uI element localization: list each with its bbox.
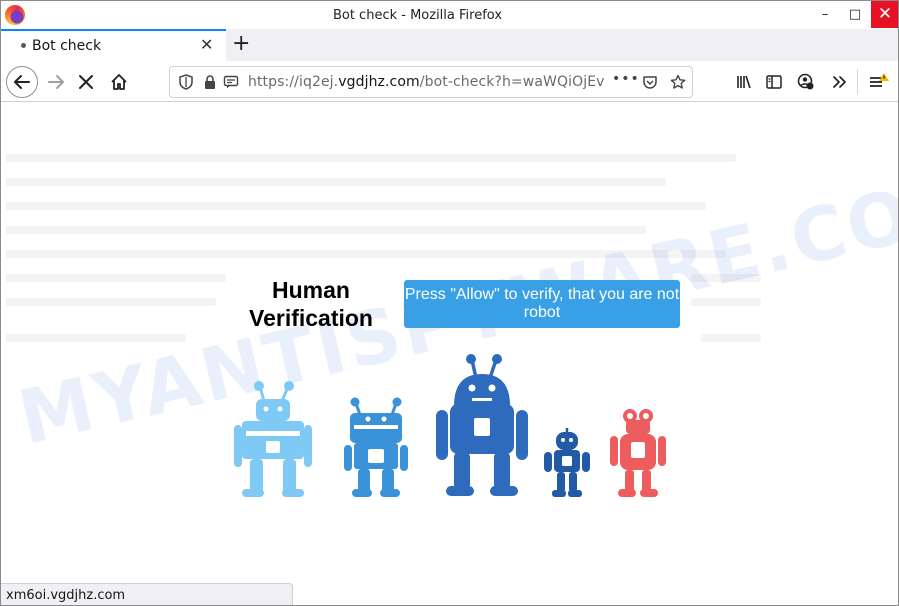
background-text-row (6, 274, 226, 282)
background-text-row (6, 178, 666, 186)
app-menu-button[interactable] (867, 70, 891, 94)
toolbar-divider (857, 69, 858, 95)
url-scheme: https://iq2ej. (248, 74, 339, 90)
tab-title: Bot check (32, 38, 102, 54)
background-text-row (6, 154, 736, 162)
minimize-button[interactable]: – (811, 1, 839, 28)
close-window-button[interactable]: ✕ (871, 1, 898, 28)
library-button[interactable] (732, 70, 756, 94)
page-content: MYANTISPYWARE.COM Human Verification Pre… (1, 102, 898, 605)
overflow-menu-button[interactable] (827, 70, 851, 94)
background-text-row (6, 334, 186, 342)
home-button[interactable] (104, 67, 134, 97)
chevron-double-right-icon (833, 76, 846, 88)
nav-toolbar: https://iq2ej.vgdjhz.com/bot-check?h=waW… (1, 61, 898, 102)
url-host: vgdjhz.com (338, 74, 420, 90)
arrow-left-icon (14, 75, 30, 89)
tab-strip: Bot check ✕ + (1, 29, 898, 61)
page-actions-button[interactable]: ••• (612, 71, 640, 87)
background-text-row (6, 226, 646, 234)
loading-dot-icon (21, 43, 26, 48)
pocket-icon[interactable] (642, 74, 658, 90)
notification-permission-icon[interactable] (223, 74, 239, 90)
status-bar: xm6oi.vgdjhz.com (1, 583, 293, 605)
lock-icon[interactable] (202, 74, 218, 90)
allow-instruction-banner: Press "Allow" to verify, that you are no… (404, 280, 680, 328)
url-bar[interactable]: https://iq2ej.vgdjhz.com/bot-check?h=waW… (169, 66, 693, 98)
browser-window: Bot check - Mozilla Firefox – □ ✕ Bot ch… (0, 0, 899, 606)
arrow-right-icon (48, 75, 64, 89)
stop-x-icon (79, 75, 93, 89)
robot-large-blue-icon (436, 354, 528, 496)
new-tab-button[interactable]: + (232, 31, 250, 56)
maximize-button[interactable]: □ (841, 1, 869, 28)
page-heading: Human Verification (249, 277, 373, 331)
robot-light-blue-icon (234, 381, 312, 497)
back-button[interactable] (6, 66, 38, 98)
robot-small-navy-icon (544, 428, 590, 497)
url-text[interactable]: https://iq2ej.vgdjhz.com/bot-check?h=waW… (248, 74, 608, 90)
home-icon (111, 74, 127, 90)
url-path: /bot-check?h=waWQiOjEv (419, 74, 605, 90)
tab-bot-check[interactable]: Bot check ✕ (1, 29, 226, 61)
library-icon (737, 75, 751, 89)
background-text-row (701, 334, 761, 342)
tracking-shield-icon[interactable] (178, 74, 194, 90)
account-icon (797, 73, 814, 90)
title-bar: Bot check - Mozilla Firefox – □ ✕ (1, 1, 898, 29)
status-link-url: xm6oi.vgdjhz.com (6, 588, 126, 603)
bookmark-star-icon[interactable] (670, 74, 686, 90)
stop-button[interactable] (71, 67, 101, 97)
robot-red-icon (610, 409, 666, 497)
sidebar-icon (766, 75, 782, 89)
sidebar-button[interactable] (762, 70, 786, 94)
window-title: Bot check - Mozilla Firefox (332, 8, 503, 23)
forward-button[interactable] (41, 67, 71, 97)
tab-close-button[interactable]: ✕ (200, 35, 218, 54)
account-button[interactable] (794, 70, 818, 94)
robot-medium-blue-icon (344, 397, 408, 497)
hamburger-menu-icon (870, 73, 889, 87)
background-text-row (6, 298, 216, 306)
background-text-row (6, 202, 706, 210)
